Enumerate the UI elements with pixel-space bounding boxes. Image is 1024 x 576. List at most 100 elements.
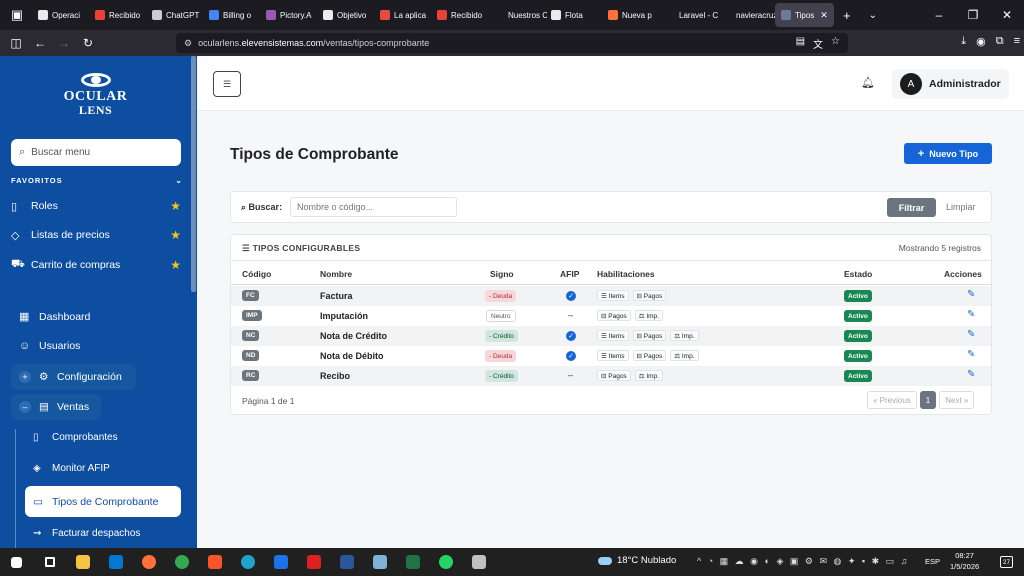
system-tray-icons[interactable]: ^ ◔ ▦ ☁ ◉ ◐ ◈ ▣ ⚙ ✉ ◍ ✦ ▪ ✱ ▭ ♫ <box>697 556 909 567</box>
translate-icon[interactable]: 文 <box>813 36 823 51</box>
browser-tab[interactable]: Nueva p <box>604 3 661 27</box>
collapse-minus-icon[interactable]: – <box>19 401 31 413</box>
sidebar-item-usuarios[interactable]: ☺ Usuarios <box>19 340 189 352</box>
sidebar-subitem-tipos-comprobante[interactable]: ▭ Tipos de Comprobante <box>25 486 181 517</box>
new-type-button[interactable]: + Nuevo Tipo <box>904 143 992 164</box>
account-icon[interactable]: ◉ <box>976 35 986 48</box>
site-info-icon[interactable]: ⚙ <box>184 38 192 49</box>
reload-icon[interactable]: ↻ <box>76 36 100 50</box>
menu-toggle-button[interactable]: ☰ <box>213 71 241 97</box>
brave-icon[interactable] <box>198 548 231 576</box>
sidebar-item-ventas[interactable]: – ▤ Ventas <box>11 394 101 420</box>
reader-view-icon[interactable]: ▤ <box>796 36 805 51</box>
clear-link[interactable]: Limpiar <box>946 202 976 212</box>
sidebar-subitem-monitor-afip[interactable]: ◈ Monitor AFIP <box>33 463 110 474</box>
tab-active[interactable]: Tipos ✕ <box>775 3 834 27</box>
clock[interactable]: 08:27 1/5/2026 <box>950 551 979 573</box>
edit-icon[interactable]: ✎ <box>967 349 975 360</box>
browser-tab[interactable]: navieracruzd <box>718 3 775 27</box>
new-tab-icon[interactable]: + <box>834 0 860 30</box>
edge-icon[interactable] <box>231 548 264 576</box>
maximize-icon[interactable]: ❐ <box>956 8 990 22</box>
sidebar: OCULAR LENS ⌕ Buscar menu FAVORITOS ⌄ ▯ … <box>0 56 197 548</box>
browser-tab[interactable]: Recibido <box>91 3 148 27</box>
bookmark-star-icon[interactable]: ☆ <box>831 36 840 51</box>
tab-favicon <box>209 10 219 20</box>
browser-tab[interactable]: Nuestros Cli <box>490 3 547 27</box>
browser-tab[interactable]: Billing o <box>205 3 262 27</box>
close-tab-icon[interactable]: ✕ <box>820 10 828 21</box>
filter-card: ⌕ Buscar: Nombre o código... Filtrar Lim… <box>230 191 992 223</box>
notepad-icon[interactable] <box>363 548 396 576</box>
star-icon[interactable]: ★ <box>170 228 181 242</box>
menu-icon[interactable]: ≡ <box>1014 35 1020 48</box>
close-window-icon[interactable]: ✕ <box>990 8 1024 22</box>
edit-icon[interactable]: ✎ <box>967 289 975 300</box>
download-icon[interactable]: ⤓ <box>961 35 966 48</box>
windows-start-icon[interactable] <box>0 548 33 576</box>
browser-tab[interactable]: La aplica <box>376 3 433 27</box>
table-row[interactable]: RC Recibo - Crédito – ⊟ Pagos ⚖ Imp. Activo ✎ <box>231 366 991 386</box>
tab-list-chevron-icon[interactable]: ⌄ <box>860 0 886 30</box>
sidebar-subitem-facturar-despachos[interactable]: ⇝ Facturar despachos <box>33 528 140 539</box>
favorite-item-roles[interactable]: ▯ Roles ★ <box>11 199 181 213</box>
sidebar-toggle-icon[interactable]: ◫ <box>4 36 28 50</box>
table-row[interactable]: IMP Imputación Neutro – ⊟ Pagos ⚖ Imp. Activo ✎ <box>231 306 991 326</box>
star-icon[interactable]: ★ <box>170 258 181 272</box>
whatsapp-icon[interactable] <box>429 548 462 576</box>
forward-icon[interactable]: → <box>52 36 76 50</box>
menu-search-input[interactable]: ⌕ Buscar menu <box>11 139 181 166</box>
sidebar-subitem-comprobantes[interactable]: ▯ Comprobantes <box>33 432 118 443</box>
favorites-header[interactable]: FAVORITOS ⌄ <box>11 176 183 185</box>
acrobat-icon[interactable] <box>297 548 330 576</box>
edit-icon[interactable]: ✎ <box>967 309 975 320</box>
ocular-lens-logo[interactable]: OCULAR LENS <box>48 73 143 116</box>
search-input[interactable]: Nombre o código... <box>290 197 457 217</box>
previous-page-button[interactable]: « Previous <box>867 391 917 409</box>
bell-icon[interactable]: 🔔︎ <box>861 76 875 89</box>
weather-widget[interactable]: 18°C Nublado <box>598 555 676 566</box>
expand-plus-icon[interactable]: + <box>19 371 31 383</box>
file-icon: ▯ <box>11 200 18 213</box>
browser-tab[interactable]: Laravel - Cer <box>661 3 718 27</box>
browser-tab[interactable]: Recibido <box>433 3 490 27</box>
user-menu[interactable]: A Administrador <box>892 69 1009 99</box>
chrome-icon[interactable] <box>165 548 198 576</box>
sidebar-item-configuracion[interactable]: + ⚙ Configuración <box>11 364 136 390</box>
browser-tab[interactable]: ChatGPT <box>148 3 205 27</box>
browser-tab[interactable]: Flota <box>547 3 604 27</box>
app-icon[interactable] <box>462 548 495 576</box>
favorite-item-listas-precios[interactable]: ◇ Listas de precios ★ <box>11 228 181 242</box>
browser-tab[interactable]: Pictory.A <box>262 3 319 27</box>
task-view-icon[interactable] <box>33 548 66 576</box>
browser-tab[interactable]: Objetivo <box>319 3 376 27</box>
edit-icon[interactable]: ✎ <box>967 369 975 380</box>
tab-overview-icon[interactable]: ▣ <box>0 0 34 30</box>
minimize-icon[interactable]: – <box>922 8 956 22</box>
store-icon[interactable] <box>99 548 132 576</box>
chevron-down-icon[interactable]: ⌄ <box>175 176 183 185</box>
browser-tab[interactable]: Operaci <box>34 3 91 27</box>
sidebar-item-dashboard[interactable]: ▦ Dashboard <box>19 310 189 324</box>
current-page-button[interactable]: 1 <box>919 391 937 409</box>
excel-icon[interactable] <box>396 548 429 576</box>
table-row[interactable]: ND Nota de Débito - Deuda ✓ ☰ Items ⊟ Pagos ⚖ … <box>231 346 991 366</box>
edit-icon[interactable]: ✎ <box>967 329 975 340</box>
table-row[interactable]: FC Factura - Deuda ✓ ☰ Items ⊟ Pagos Activo ✎ <box>231 286 991 306</box>
word-icon[interactable] <box>330 548 363 576</box>
next-page-button[interactable]: Next » <box>939 391 975 409</box>
firefox-icon[interactable] <box>132 548 165 576</box>
url-bar[interactable]: ⚙ ocularlens. elevensistemas.com/ventas/t… <box>176 33 848 53</box>
star-icon[interactable]: ★ <box>170 199 181 213</box>
notifications-badge[interactable]: 27 <box>1000 556 1013 568</box>
filter-button[interactable]: Filtrar <box>887 198 936 217</box>
table-row[interactable]: NC Nota de Crédito - Crédito ✓ ☰ Items ⊟ Pago… <box>231 326 991 346</box>
file-explorer-icon[interactable] <box>66 548 99 576</box>
a-app-icon[interactable] <box>264 548 297 576</box>
sidebar-scrollbar[interactable] <box>191 56 196 292</box>
language-indicator[interactable]: ESP <box>925 557 940 566</box>
tab-favicon <box>551 10 561 20</box>
back-icon[interactable]: ← <box>28 36 52 50</box>
favorite-item-carrito[interactable]: ⛟ Carrito de compras ★ <box>11 258 181 272</box>
extensions-icon[interactable]: ⧉ <box>996 35 1004 48</box>
